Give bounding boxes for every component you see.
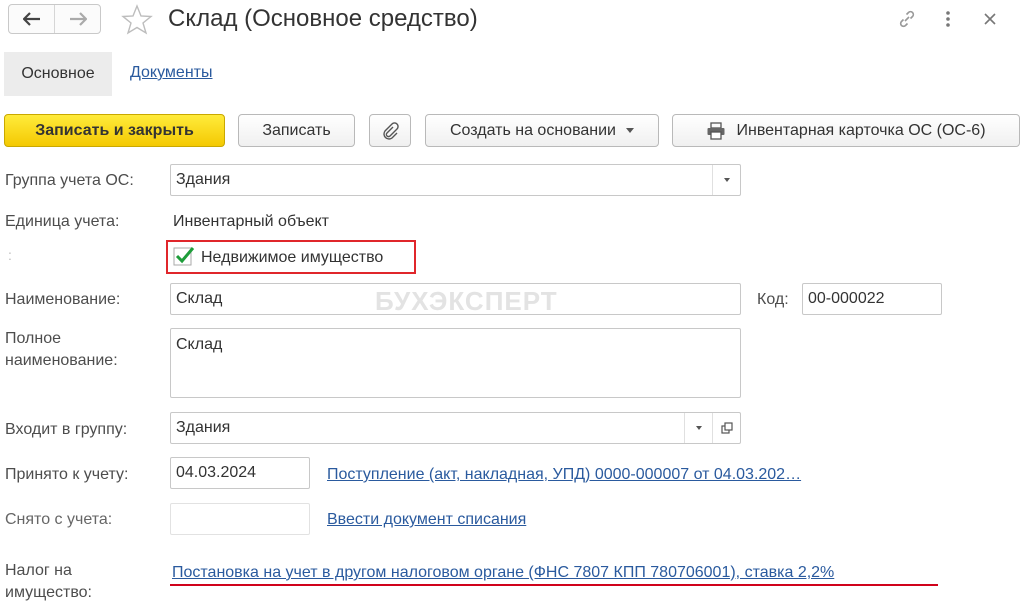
real-estate-checkbox[interactable] <box>173 246 195 268</box>
parent-group-value: Здания <box>176 419 231 436</box>
fullname-textarea[interactable]: Склад <box>170 328 741 398</box>
save-button[interactable]: Записать <box>238 114 355 147</box>
star-icon <box>121 4 153 35</box>
accepted-label: Принято к учету: <box>5 466 129 483</box>
close-button[interactable] <box>976 5 1004 33</box>
printer-icon <box>707 121 725 140</box>
fullname-value: Склад <box>176 336 223 353</box>
more-vertical-icon <box>946 11 950 27</box>
checkmark-icon <box>173 247 195 266</box>
code-value: 00-000022 <box>808 290 885 307</box>
link-icon <box>899 10 915 28</box>
arrow-right-icon <box>69 12 87 26</box>
write-off-document-link[interactable]: Ввести документ списания <box>327 511 526 529</box>
group-dropdown-button[interactable] <box>712 165 740 195</box>
property-tax-label-line2: имущество: <box>5 584 92 601</box>
favorite-button[interactable] <box>120 3 154 37</box>
create-based-on-button[interactable]: Создать на основании <box>425 114 659 147</box>
colon-marker: : <box>8 247 12 263</box>
code-label: Код: <box>757 291 789 308</box>
group-select[interactable]: Здания <box>170 164 741 196</box>
parent-group-label: Входит в группу: <box>5 421 128 438</box>
removed-date-field <box>170 503 310 535</box>
open-window-icon <box>720 422 733 434</box>
print-inventory-card-button[interactable]: Инвентарная карточка ОС (ОС-6) <box>672 114 1020 147</box>
tab-main[interactable]: Основное <box>4 52 112 96</box>
save-and-close-button[interactable]: Записать и закрыть <box>4 114 225 147</box>
page-title: Склад (Основное средство) <box>168 5 478 32</box>
chevron-down-icon <box>626 128 634 133</box>
create-based-on-label: Создать на основании <box>450 121 616 139</box>
back-button[interactable] <box>9 5 54 33</box>
unit-value: Инвентарный объект <box>173 213 329 230</box>
link-button[interactable] <box>893 5 921 33</box>
code-input[interactable]: 00-000022 <box>802 283 942 315</box>
name-input[interactable]: Склад <box>170 283 741 315</box>
name-label: Наименование: <box>5 291 121 308</box>
attach-button[interactable] <box>369 114 411 147</box>
tax-link-highlight-underline <box>170 584 938 586</box>
dropdown-arrow-icon <box>695 426 702 430</box>
dropdown-arrow-icon <box>723 178 730 182</box>
unit-label: Единица учета: <box>5 213 120 230</box>
arrow-left-icon <box>22 12 40 26</box>
fullname-label-line1: Полное <box>5 330 62 347</box>
tab-documents[interactable]: Документы <box>130 64 212 82</box>
removed-label: Снято с учета: <box>5 511 113 528</box>
parent-group-open-button[interactable] <box>712 413 740 443</box>
property-tax-label-line1: Налог на <box>5 562 72 579</box>
fullname-label-line2: наименование: <box>5 352 118 369</box>
close-icon <box>984 13 996 25</box>
real-estate-label: Недвижимое имущество <box>201 249 384 266</box>
forward-button[interactable] <box>54 5 100 33</box>
accepted-document-link[interactable]: Поступление (акт, накладная, УПД) 0000-0… <box>327 466 801 484</box>
group-label: Группа учета ОС: <box>5 172 134 189</box>
history-nav <box>8 4 101 34</box>
accepted-date-field: 04.03.2024 <box>170 457 310 489</box>
more-menu-button[interactable] <box>934 5 962 33</box>
name-value: Склад <box>176 290 223 307</box>
paperclip-icon <box>383 121 399 140</box>
parent-group-dropdown-button[interactable] <box>684 413 712 443</box>
group-value: Здания <box>176 171 231 188</box>
print-button-label: Инвентарная карточка ОС (ОС-6) <box>736 121 986 139</box>
accepted-date-value: 04.03.2024 <box>176 464 257 481</box>
property-tax-registration-link[interactable]: Постановка на учет в другом налоговом ор… <box>172 564 834 582</box>
parent-group-select[interactable]: Здания <box>170 412 741 444</box>
